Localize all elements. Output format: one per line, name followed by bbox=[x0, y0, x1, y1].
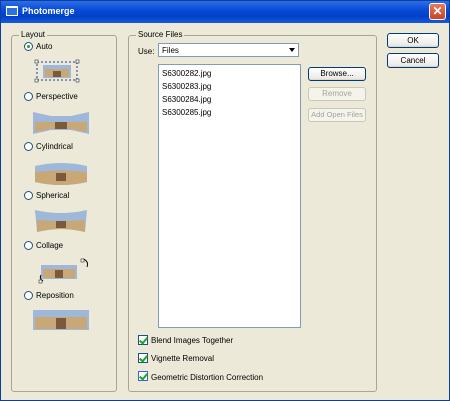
radio-cylindrical[interactable] bbox=[24, 142, 33, 151]
radio-perspective-label[interactable]: Perspective bbox=[36, 92, 78, 101]
use-select[interactable]: Files bbox=[158, 43, 299, 57]
use-label: Use: bbox=[138, 47, 155, 56]
add-open-files-button[interactable]: Add Open Files bbox=[308, 108, 366, 122]
radio-collage[interactable] bbox=[24, 241, 33, 250]
radio-spherical[interactable] bbox=[24, 191, 33, 200]
use-select-value: Files bbox=[162, 46, 179, 55]
geometric-distortion-label[interactable]: Geometric Distortion Correction bbox=[151, 373, 263, 382]
radio-cylindrical-label[interactable]: Cylindrical bbox=[36, 142, 73, 151]
photomerge-dialog: Photomerge ✕ Layout Auto Perspective Cyl… bbox=[0, 0, 450, 401]
source-files-legend: Source Files bbox=[136, 30, 185, 39]
browse-button[interactable]: Browse... bbox=[308, 67, 366, 81]
close-button[interactable]: ✕ bbox=[429, 3, 446, 20]
file-list-item[interactable]: S6300285.jpg bbox=[162, 108, 211, 117]
radio-auto-label[interactable]: Auto bbox=[36, 42, 52, 51]
layout-legend: Layout bbox=[19, 30, 48, 39]
file-list[interactable]: S6300282.jpg S6300283.jpg S6300284.jpg S… bbox=[158, 64, 301, 328]
file-list-item[interactable]: S6300282.jpg bbox=[162, 69, 211, 78]
file-list-item[interactable]: S6300284.jpg bbox=[162, 95, 211, 104]
reposition-preview-icon bbox=[33, 310, 89, 330]
remove-button[interactable]: Remove bbox=[308, 87, 366, 101]
radio-auto[interactable] bbox=[24, 42, 33, 51]
radio-reposition-label[interactable]: Reposition bbox=[36, 291, 74, 300]
window-icon bbox=[6, 6, 18, 16]
collage-preview-icon bbox=[38, 258, 88, 284]
chevron-down-icon bbox=[289, 48, 295, 52]
cancel-button[interactable]: Cancel bbox=[387, 53, 439, 68]
vignette-removal-checkbox[interactable] bbox=[138, 353, 148, 363]
geometric-distortion-checkbox[interactable] bbox=[138, 371, 148, 381]
ok-button[interactable]: OK bbox=[387, 33, 439, 48]
radio-perspective[interactable] bbox=[24, 92, 33, 101]
title-bar[interactable]: Photomerge ✕ bbox=[1, 1, 449, 23]
cylindrical-preview-icon bbox=[35, 163, 87, 185]
blend-images-checkbox[interactable] bbox=[138, 335, 148, 345]
vignette-removal-label[interactable]: Vignette Removal bbox=[151, 354, 214, 363]
window-title: Photomerge bbox=[22, 6, 75, 16]
blend-images-label[interactable]: Blend Images Together bbox=[151, 336, 233, 345]
radio-reposition[interactable] bbox=[24, 291, 33, 300]
spherical-preview-icon bbox=[35, 210, 87, 232]
file-list-item[interactable]: S6300283.jpg bbox=[162, 82, 211, 91]
radio-spherical-label[interactable]: Spherical bbox=[36, 191, 69, 200]
perspective-preview-icon bbox=[33, 112, 89, 134]
auto-preview-icon bbox=[34, 59, 80, 83]
radio-collage-label[interactable]: Collage bbox=[36, 241, 63, 250]
